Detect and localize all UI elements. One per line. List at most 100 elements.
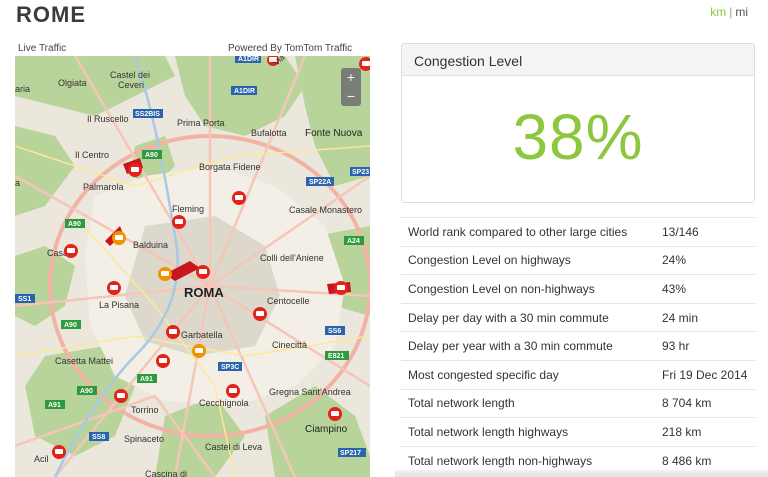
map-label-prima-porta: Prima Porta [177,118,225,128]
stats-value: 43% [662,281,687,296]
stats-label: Total network length [408,396,515,411]
map-label-la-pisana: La Pisana [99,300,139,310]
incident-marker[interactable] [112,231,126,245]
shield-ss8-text: SS8 [92,434,105,441]
shield-sp217-text: SP217 [340,450,361,457]
map-attribution: Powered By TomTom Traffic [228,43,353,54]
page-bottom-edge [395,470,768,477]
incident-marker[interactable] [328,407,342,421]
map-label-aria: aria [15,84,30,94]
zoom-out-button[interactable]: − [341,87,361,106]
stats-value: 8 704 km [662,396,712,411]
map-label-bufalotta: Bufalotta [251,128,287,138]
unit-km-link[interactable]: km [710,5,726,19]
shield-a91-b-text: A91 [48,402,61,409]
incident-marker[interactable] [192,344,206,358]
shield-a90-b-text: A90 [68,221,81,228]
congestion-panel: Congestion Level 38% [401,43,755,203]
zoom-control: + − [341,68,361,106]
map-label-ciampino: Ciampino [305,424,348,435]
incident-marker[interactable] [52,445,66,459]
unit-mi-link[interactable]: mi [735,5,748,19]
map-label-castel-di-leva: Castel di Leva [205,442,262,452]
stats-value: 13/146 [662,224,699,239]
map-label-fleming: Fleming [172,204,204,214]
map-label-casetta-mattei: Casetta Mattei [55,356,113,366]
congestion-panel-title: Congestion Level [402,44,754,76]
map-label-a: a [15,178,20,188]
shield-a1dir-text: A1DIR [234,88,255,95]
live-traffic-label: Live Traffic [18,43,67,54]
stats-label: Total network length non-highways [408,453,593,468]
stats-value: 24% [662,253,687,268]
stats-value: 8 486 km [662,453,712,468]
incident-marker[interactable] [226,384,240,398]
map-label-cascina: Cascina di [145,469,187,477]
page-title: ROME [16,2,86,27]
map-label-cinecitta: Cinecittà [272,340,307,350]
incident-marker[interactable] [114,389,128,403]
congestion-level-value: 38% [512,101,644,173]
map-label-castel-dei: Castel dei [110,70,150,80]
map-label-centocelle: Centocelle [267,296,310,306]
incident-marker[interactable] [128,163,142,177]
map-label-fonte-nuova: Fonte Nuova [305,128,363,139]
stats-row: Most congested specific day Fri 19 Dec 20… [401,361,756,390]
map-canvas[interactable]: Olgiata Castel dei Ceveri aria Il Ruscel… [15,56,370,477]
unit-switch: km | mi [710,5,748,19]
shield-a24-text: A24 [347,238,360,245]
map-label-balduina: Balduina [133,240,168,250]
stats-row: World rank compared to other large citie… [401,218,756,247]
incident-marker[interactable] [196,265,210,279]
traffic-map[interactable]: Olgiata Castel dei Ceveri aria Il Ruscel… [15,56,370,477]
map-label-casale-monastero: Casale Monastero [289,205,362,215]
incident-marker[interactable] [253,307,267,321]
unit-separator: | [729,5,733,19]
stats-label: Delay per year with a 30 min commute [408,339,613,354]
shield-sp23-text: SP23 [352,169,369,176]
stats-value: 24 min [662,310,699,325]
incident-marker[interactable] [107,281,121,295]
stats-label: Delay per day with a 30 min commute [408,310,609,325]
shield-a1dir-top-text: A1DIR [238,56,259,63]
stats-row: Delay per year with a 30 min commute 93 h… [401,332,756,361]
map-label-ceveri: Ceveri [118,80,144,90]
incident-marker[interactable] [232,191,246,205]
stats-label: Most congested specific day [408,367,559,382]
incident-marker[interactable] [166,325,180,339]
stats-label: World rank compared to other large citie… [408,224,628,239]
stats-label: Total network length highways [408,424,569,439]
shield-a90-a-text: A90 [145,152,158,159]
shield-ss2bis-text: SS2BIS [135,111,160,118]
map-label-borgata-fidene: Borgata Fidene [199,162,261,172]
map-label-cecchignola: Cecchignola [199,398,249,408]
stats-row: Congestion Level on non-highways 43% [401,275,756,304]
map-label-il-ruscello: Il Ruscello [87,114,129,124]
incident-marker[interactable] [158,267,172,281]
map-label-acil: Acil [34,454,49,464]
map-label-gregna: Gregna Sant'Andrea [269,387,351,397]
incident-marker[interactable] [64,244,78,258]
stats-label: Congestion Level on non-highways [408,281,595,296]
shield-a91-a-text: A91 [140,376,153,383]
stats-table: World rank compared to other large citie… [401,217,756,476]
stats-value: 218 km [662,424,702,439]
map-label-il-centro: Il Centro [75,150,109,160]
stats-value: Fri 19 Dec 2014 [662,367,748,382]
map-label-colli-aniene: Colli dell'Aniene [260,253,324,263]
incident-marker[interactable] [334,281,348,295]
stats-row: Congestion Level on highways 24% [401,247,756,276]
shield-e821-text: E821 [328,353,344,360]
stats-row: Total network length highways 218 km [401,418,756,447]
shield-sp22a-text: SP22A [309,179,331,186]
incident-marker[interactable] [172,215,186,229]
shield-ss1-text: SS1 [18,296,31,303]
incident-marker[interactable] [156,354,170,368]
map-label-roma: ROMA [184,285,224,300]
shield-a90-d-text: A90 [80,388,93,395]
zoom-in-button[interactable]: + [341,68,361,87]
stats-row: Delay per day with a 30 min commute 24 mi… [401,304,756,333]
stats-label: Congestion Level on highways [408,253,571,268]
shield-a90-c-text: A90 [64,322,77,329]
shield-ss6-text: SS6 [328,328,341,335]
